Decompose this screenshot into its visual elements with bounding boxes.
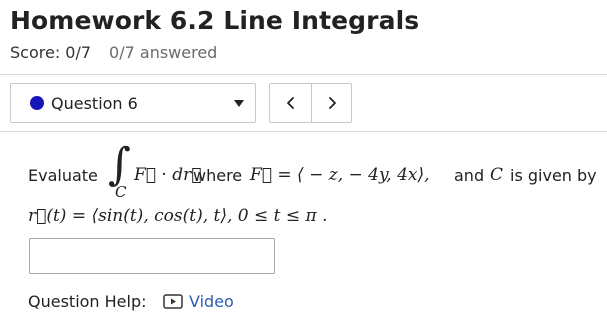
play-video-icon bbox=[163, 294, 183, 309]
question-status-dot bbox=[30, 96, 44, 110]
integral-subscript: C bbox=[115, 183, 127, 201]
assignment-title: Homework 6.2 Line Integrals bbox=[10, 6, 420, 35]
previous-question-button[interactable] bbox=[270, 84, 312, 122]
answer-input[interactable] bbox=[29, 238, 275, 274]
chevron-right-icon bbox=[328, 97, 336, 109]
chevron-left-icon bbox=[286, 97, 294, 109]
divider-top bbox=[0, 74, 607, 75]
video-help-link[interactable]: Video bbox=[163, 292, 234, 311]
score-line: Score: 0/7 0/7 answered bbox=[10, 43, 217, 62]
integrand: F⃗ · dr⃗ bbox=[134, 165, 202, 185]
curve-symbol: C bbox=[490, 165, 504, 185]
chevron-down-icon bbox=[234, 100, 244, 107]
integral-sign: ∫ bbox=[108, 139, 131, 190]
given-by-text: is given by bbox=[510, 166, 597, 185]
question-help-label: Question Help: bbox=[28, 292, 147, 311]
next-question-button[interactable] bbox=[311, 84, 352, 122]
vector-field-equation: F⃗ = ⟨ − z, − 4y, 4x⟩, bbox=[250, 165, 430, 185]
and-word: and bbox=[454, 166, 485, 185]
question-nav-group bbox=[269, 83, 352, 123]
evaluate-word: Evaluate bbox=[28, 166, 98, 185]
page: Homework 6.2 Line Integrals Score: 0/7 0/… bbox=[0, 0, 607, 325]
video-link-label: Video bbox=[189, 292, 234, 311]
divider-bottom bbox=[0, 131, 607, 132]
question-select-label: Question 6 bbox=[51, 94, 138, 113]
problem-statement: Evaluate ∫ C F⃗ · dr⃗ where F⃗ = ⟨ − z, … bbox=[28, 143, 603, 238]
question-select[interactable]: Question 6 bbox=[10, 83, 256, 123]
score-text: Score: 0/7 bbox=[10, 43, 92, 62]
curve-parametrization: r⃗(t) = ⟨sin(t), cos(t), t⟩, 0 ≤ t ≤ π . bbox=[28, 206, 328, 226]
where-word: where bbox=[193, 166, 243, 185]
answered-count: 0/7 answered bbox=[109, 43, 218, 62]
